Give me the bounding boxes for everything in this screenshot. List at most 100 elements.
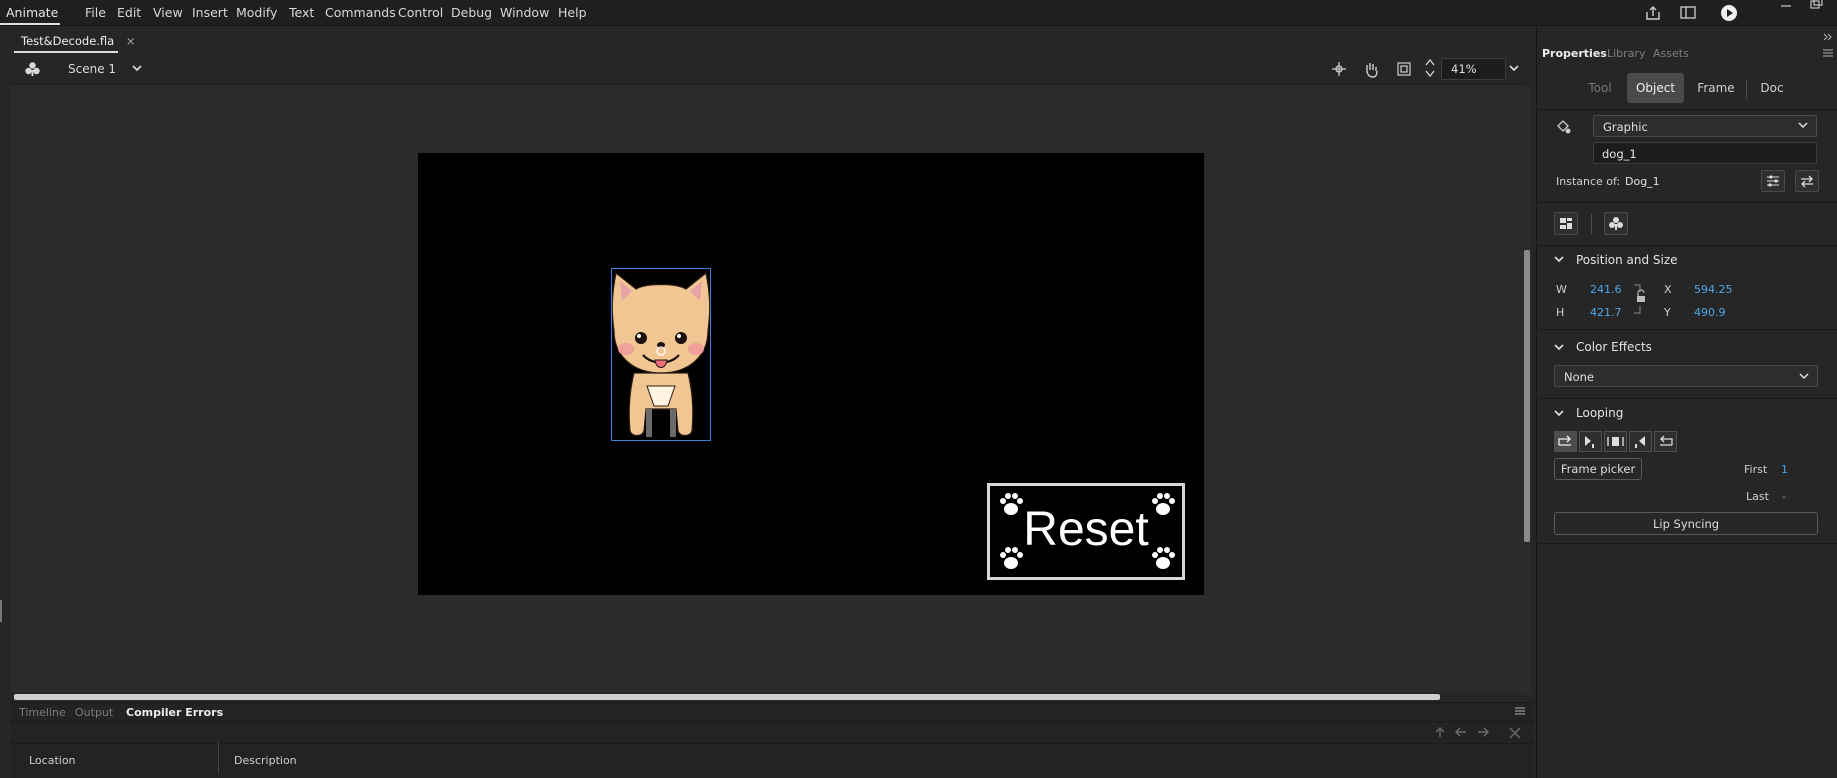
zoom-stepper-icon[interactable] <box>1424 56 1436 80</box>
symbol-icon-button[interactable] <box>1604 212 1628 235</box>
icon-divider <box>1591 214 1592 234</box>
collapse-panel-icon[interactable] <box>1822 32 1834 42</box>
column-description[interactable]: Description <box>234 754 297 767</box>
properties-panel-menu-icon[interactable] <box>1822 48 1834 58</box>
menu-modify[interactable]: Modify <box>236 5 277 20</box>
tab-assets[interactable]: Assets <box>1653 47 1689 60</box>
height-value[interactable]: 421.7 <box>1590 306 1622 319</box>
panel-divider <box>1537 109 1837 110</box>
align-panel-button[interactable] <box>1554 212 1578 235</box>
frame-picker-button[interactable]: Frame picker <box>1554 458 1642 480</box>
menu-text[interactable]: Text <box>289 5 314 20</box>
swap-icon <box>1801 175 1813 188</box>
menu-control[interactable]: Control <box>398 5 443 20</box>
menu-commands[interactable]: Commands <box>325 5 396 20</box>
error-nav-icons[interactable] <box>1432 725 1528 739</box>
instance-of-value[interactable]: Dog_1 <box>1625 175 1660 188</box>
reset-button-label: Reset <box>1023 503 1149 556</box>
tab-timeline[interactable]: Timeline <box>19 706 66 719</box>
edit-symbols-icon[interactable] <box>24 61 41 77</box>
panel-divider <box>1537 543 1837 544</box>
swap-symbol-button[interactable] <box>1795 170 1819 192</box>
y-value[interactable]: 490.9 <box>1694 306 1726 319</box>
horizontal-scrollbar-thumb[interactable] <box>14 694 1440 700</box>
bottom-panel-menu-icon[interactable] <box>1514 706 1526 716</box>
instance-name-input[interactable]: dog_1 <box>1593 142 1817 164</box>
collapse-chevron-icon[interactable] <box>1553 408 1565 418</box>
looping-title: Looping <box>1576 406 1624 420</box>
y-label: Y <box>1664 306 1671 319</box>
color-effects-chevron-icon[interactable] <box>1798 371 1810 381</box>
left-edge-handle[interactable] <box>0 600 2 622</box>
lip-syncing-button[interactable]: Lip Syncing <box>1554 512 1818 535</box>
minimize-icon[interactable] <box>1778 0 1794 10</box>
color-effects-dropdown[interactable]: None <box>1554 365 1818 387</box>
test-movie-play-icon[interactable] <box>1720 4 1738 22</box>
menu-view[interactable]: View <box>153 5 183 20</box>
collapse-chevron-icon[interactable] <box>1553 254 1565 264</box>
loop-reverse-button[interactable] <box>1654 431 1677 452</box>
segment-tool[interactable]: Tool <box>1585 73 1615 103</box>
document-tab[interactable]: Test&Decode.fla × <box>14 27 143 53</box>
restore-icon[interactable] <box>1808 0 1824 10</box>
tab-library[interactable]: Library <box>1607 47 1645 60</box>
clip-content-outside-stage-icon[interactable] <box>1396 61 1412 77</box>
menu-help[interactable]: Help <box>558 5 587 20</box>
workspace-layout-icon[interactable] <box>1679 5 1697 21</box>
menu-edit[interactable]: Edit <box>117 5 141 20</box>
segment-object[interactable]: Object <box>1627 73 1684 103</box>
panel-divider <box>1537 245 1837 246</box>
snap-to-objects-icon[interactable] <box>1331 61 1347 77</box>
first-frame-value[interactable]: 1 <box>1781 463 1788 476</box>
share-icon[interactable] <box>1644 4 1662 22</box>
first-frame-label: First <box>1744 463 1768 476</box>
selected-symbol-dog-1[interactable] <box>611 268 711 441</box>
loop-button[interactable] <box>1554 431 1577 452</box>
lock-proportions-icon[interactable] <box>1632 282 1648 316</box>
hand-tool-icon[interactable] <box>1362 60 1380 78</box>
width-value[interactable]: 241.6 <box>1590 283 1622 296</box>
tab-properties[interactable]: Properties <box>1542 47 1607 60</box>
menu-insert[interactable]: Insert <box>192 5 228 20</box>
menu-window[interactable]: Window <box>500 5 549 20</box>
color-effects-value: None <box>1564 370 1595 384</box>
instance-of-label: Instance of: <box>1556 175 1621 188</box>
edit-symbol-properties-button[interactable] <box>1761 170 1785 192</box>
loop-reverse-icon <box>1660 435 1673 446</box>
play-once-button[interactable] <box>1579 431 1602 452</box>
dog-illustration <box>611 271 711 437</box>
bottom-panel-divider <box>10 721 1534 722</box>
properties-panel <box>1536 27 1837 778</box>
tab-compiler-errors[interactable]: Compiler Errors <box>126 706 223 719</box>
stage-reset-button[interactable]: Reset <box>987 483 1185 580</box>
column-location[interactable]: Location <box>29 754 76 767</box>
tab-output[interactable]: Output <box>75 706 113 719</box>
errors-header-top-border <box>10 743 1534 744</box>
symbol-type-dropdown[interactable]: Graphic <box>1593 115 1817 137</box>
close-tab-icon[interactable]: × <box>126 34 136 48</box>
symbol-type-chevron-icon[interactable] <box>1797 120 1809 130</box>
menu-file[interactable]: File <box>85 5 106 20</box>
position-size-title: Position and Size <box>1576 253 1678 267</box>
single-frame-button[interactable] <box>1604 431 1627 452</box>
document-tab-underline <box>14 51 118 53</box>
scene-name[interactable]: Scene 1 <box>68 62 116 76</box>
segment-frame[interactable]: Frame <box>1694 73 1738 103</box>
last-frame-value[interactable]: - <box>1782 490 1786 503</box>
menu-debug[interactable]: Debug <box>451 5 492 20</box>
play-once-reverse-button[interactable] <box>1629 431 1652 452</box>
app-name[interactable]: Animate <box>0 0 64 25</box>
x-value[interactable]: 594.25 <box>1694 283 1733 296</box>
zoom-dropdown-chevron-icon[interactable] <box>1508 63 1520 73</box>
loop-icon <box>1558 435 1571 446</box>
color-effects-title: Color Effects <box>1576 340 1652 354</box>
width-label: W <box>1556 283 1567 296</box>
scene-dropdown-chevron-icon[interactable] <box>131 63 143 73</box>
vertical-scrollbar-thumb[interactable] <box>1524 250 1530 542</box>
collapse-chevron-icon[interactable] <box>1553 342 1565 352</box>
zoom-input[interactable]: 41% <box>1441 58 1506 80</box>
single-frame-icon <box>1607 437 1624 446</box>
segment-doc[interactable]: Doc <box>1754 73 1790 103</box>
last-frame-label: Last <box>1746 490 1769 503</box>
document-tab-title: Test&Decode.fla <box>21 34 115 48</box>
